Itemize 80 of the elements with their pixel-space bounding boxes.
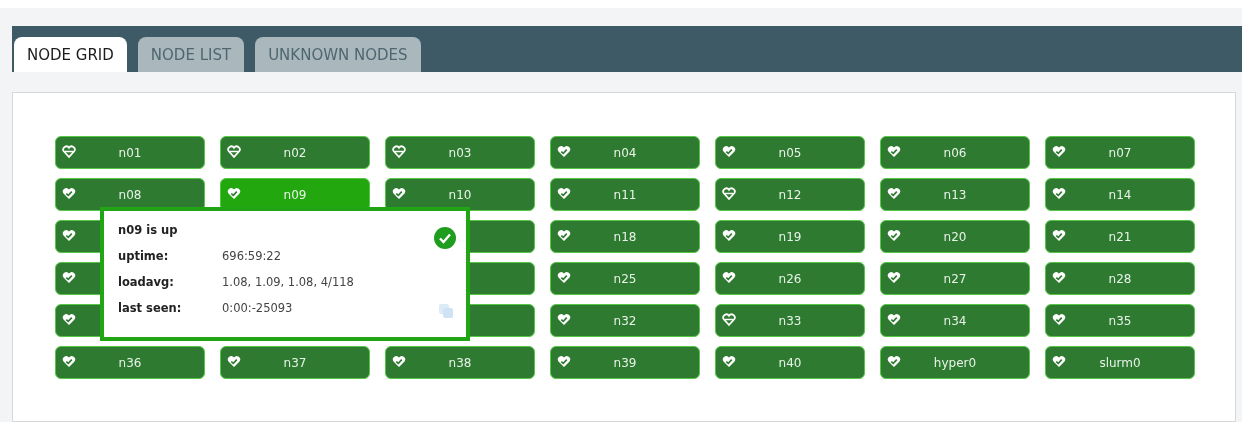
node-button[interactable]: n14 <box>1045 178 1195 211</box>
heart-check-icon <box>62 313 76 327</box>
heart-check-icon <box>557 145 571 159</box>
heart-check-icon <box>557 355 571 369</box>
field-label: last seen: <box>118 301 182 317</box>
field-value: 0:00:-25093 <box>222 301 293 317</box>
node-button[interactable]: n19 <box>715 220 865 253</box>
heart-check-icon <box>887 145 901 159</box>
heart-icon <box>722 313 736 327</box>
heart-check-icon <box>722 145 736 159</box>
check-circle-icon <box>434 227 456 249</box>
node-button[interactable]: n03 <box>385 136 535 169</box>
node-button[interactable]: n12 <box>715 178 865 211</box>
node-button[interactable]: n38 <box>385 346 535 379</box>
node-button[interactable]: n18 <box>550 220 700 253</box>
heart-check-icon <box>1052 229 1066 243</box>
heart-check-icon <box>557 313 571 327</box>
node-button[interactable]: n37 <box>220 346 370 379</box>
node-button[interactable]: n08 <box>55 178 205 211</box>
heart-check-icon <box>227 187 241 201</box>
node-button[interactable]: n25 <box>550 262 700 295</box>
heart-check-icon <box>1052 145 1066 159</box>
node-button[interactable]: n20 <box>880 220 1030 253</box>
field-label: loadavg: <box>118 275 174 291</box>
node-button[interactable]: n06 <box>880 136 1030 169</box>
heart-icon <box>227 145 241 159</box>
heart-check-icon <box>557 229 571 243</box>
heart-check-icon <box>392 187 406 201</box>
node-button[interactable]: n35 <box>1045 304 1195 337</box>
heart-check-icon <box>557 271 571 285</box>
node-button[interactable]: n07 <box>1045 136 1195 169</box>
heart-icon <box>392 145 406 159</box>
heart-check-icon <box>887 187 901 201</box>
tab[interactable]: NODE GRID <box>14 37 127 72</box>
heart-check-icon <box>1052 313 1066 327</box>
node-button[interactable]: n05 <box>715 136 865 169</box>
tab[interactable]: NODE LIST <box>137 37 245 72</box>
node-button[interactable]: n40 <box>715 346 865 379</box>
node-button[interactable]: n10 <box>385 178 535 211</box>
heart-check-icon <box>722 271 736 285</box>
heart-check-icon <box>557 187 571 201</box>
field-value: 696:59:22 <box>222 249 281 265</box>
node-button[interactable]: n13 <box>880 178 1030 211</box>
heart-check-icon <box>392 355 406 369</box>
heart-check-icon <box>1052 355 1066 369</box>
tooltip-title: n09 is up <box>118 223 178 237</box>
heart-check-icon <box>887 229 901 243</box>
node-button[interactable]: n39 <box>550 346 700 379</box>
heart-check-icon <box>62 271 76 285</box>
node-button[interactable]: n36 <box>55 346 205 379</box>
heart-check-icon <box>722 229 736 243</box>
heart-check-icon <box>722 355 736 369</box>
heart-check-icon <box>887 355 901 369</box>
node-button[interactable]: hyper0 <box>880 346 1030 379</box>
heart-check-icon <box>227 355 241 369</box>
node-button[interactable]: n21 <box>1045 220 1195 253</box>
node-button[interactable]: n33 <box>715 304 865 337</box>
node-button[interactable]: n11 <box>550 178 700 211</box>
heart-check-icon <box>62 187 76 201</box>
heart-icon <box>62 145 76 159</box>
node-button[interactable]: slurm0 <box>1045 346 1195 379</box>
heart-check-icon <box>1052 271 1066 285</box>
node-button[interactable]: n01 <box>55 136 205 169</box>
heart-icon <box>722 187 736 201</box>
field-label: uptime: <box>118 249 169 265</box>
heart-check-icon <box>62 229 76 243</box>
node-button[interactable]: n02 <box>220 136 370 169</box>
node-button[interactable]: n27 <box>880 262 1030 295</box>
node-button[interactable]: n28 <box>1045 262 1195 295</box>
node-button[interactable]: n34 <box>880 304 1030 337</box>
heart-check-icon <box>887 313 901 327</box>
field-value: 1.08, 1.09, 1.08, 4/118 <box>222 275 354 291</box>
heart-check-icon <box>62 355 76 369</box>
node-button[interactable]: n26 <box>715 262 865 295</box>
tab[interactable]: UNKNOWN NODES <box>255 37 421 72</box>
node-button[interactable]: n32 <box>550 304 700 337</box>
heart-check-icon <box>887 271 901 285</box>
copy-icon[interactable] <box>438 303 454 319</box>
node-button[interactable]: n04 <box>550 136 700 169</box>
heart-check-icon <box>1052 187 1066 201</box>
